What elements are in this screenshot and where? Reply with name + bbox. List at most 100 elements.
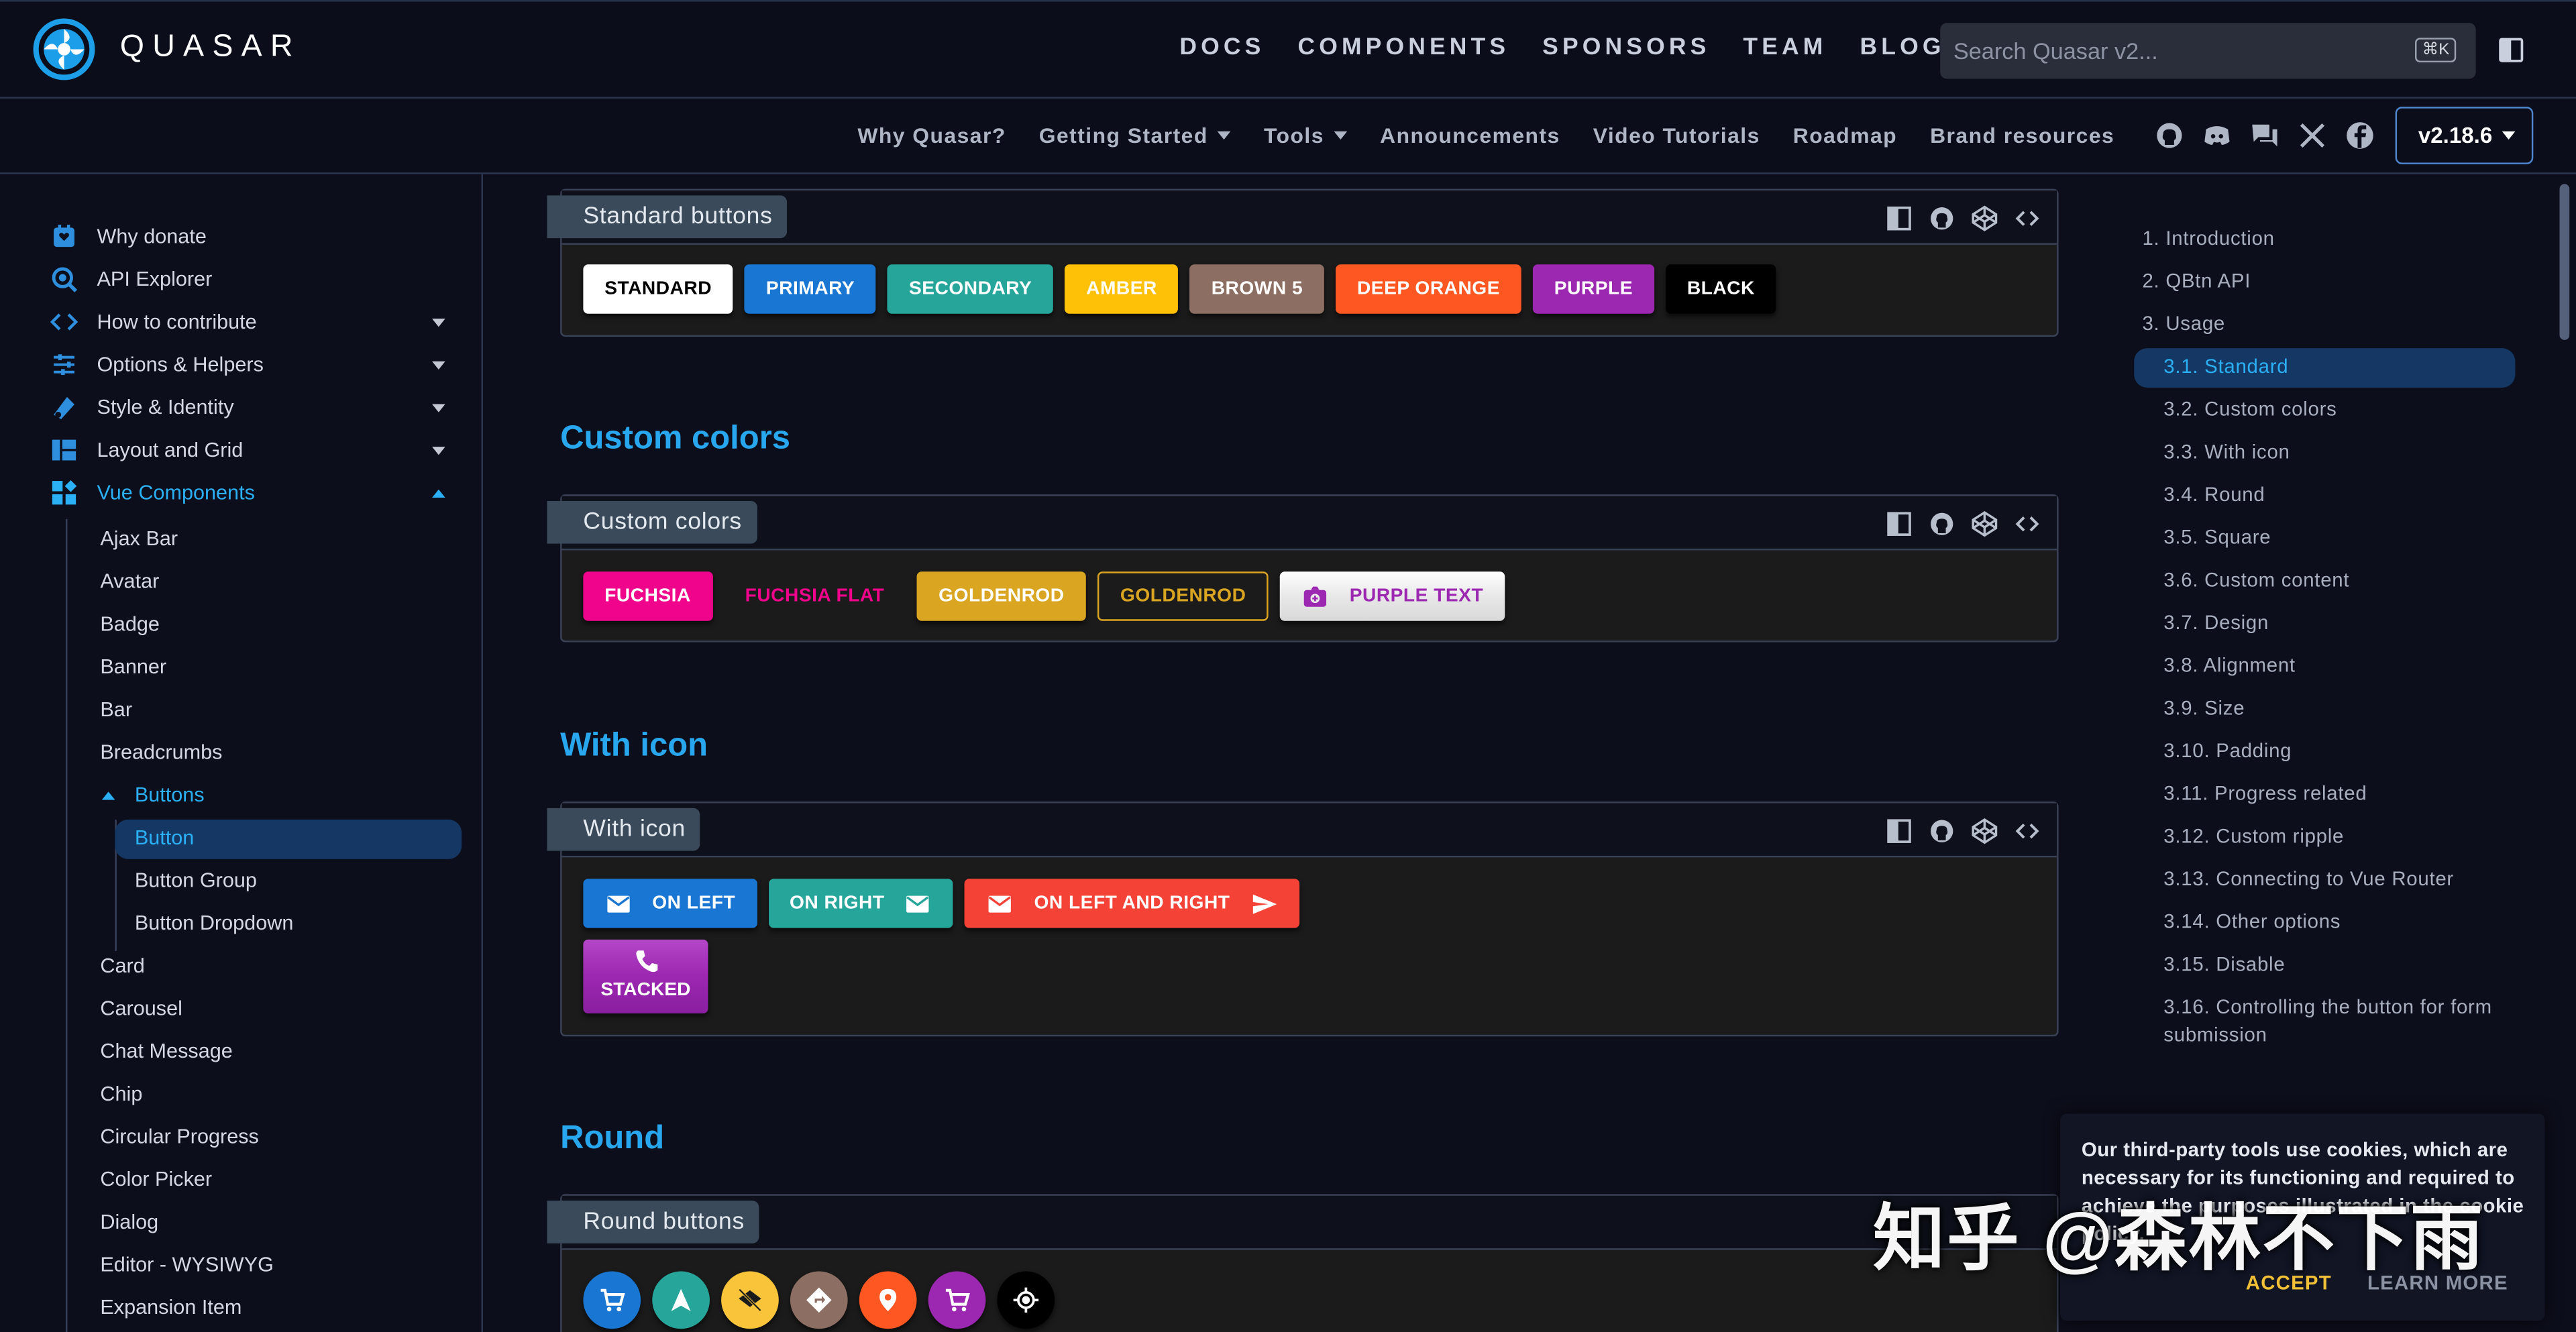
sidebar-subitem[interactable]: Button — [135, 826, 195, 849]
round-button[interactable] — [859, 1271, 917, 1329]
section-heading-round[interactable]: Round — [560, 1120, 664, 1158]
discord-icon[interactable] — [2202, 120, 2233, 152]
round-button[interactable] — [652, 1271, 710, 1329]
toc-item[interactable]: 3.8. Alignment — [2163, 654, 2296, 677]
search-input[interactable]: Search Quasar v2... ⌘K — [1940, 23, 2476, 79]
section-heading-custom-colors[interactable]: Custom colors — [560, 421, 790, 458]
sidebar-subitem[interactable]: Badge — [100, 612, 160, 635]
demo-button[interactable]: PRIMARY — [745, 264, 877, 314]
view-source-icon[interactable] — [2014, 511, 2040, 537]
view-source-icon[interactable] — [2014, 205, 2040, 231]
subnav-item[interactable]: Roadmap — [1793, 123, 1897, 148]
on-left-and-right-button[interactable]: ON LEFT AND RIGHT — [965, 879, 1299, 928]
round-button[interactable] — [790, 1271, 848, 1329]
view-source-icon[interactable] — [2014, 818, 2040, 844]
sidebar-group-buttons[interactable]: Buttons — [101, 783, 205, 806]
sidebar-item[interactable]: How to contribute — [49, 300, 460, 343]
github-icon[interactable] — [1929, 511, 1955, 537]
demo-button[interactable]: BROWN 5 — [1189, 264, 1324, 314]
sidebar-subitem[interactable]: Editor - WYSIWYG — [100, 1254, 274, 1276]
nav-team[interactable]: TEAM — [1743, 34, 1827, 60]
sidebar-subitem[interactable]: Avatar — [100, 570, 159, 593]
toc-item[interactable]: 3.9. Size — [2163, 696, 2245, 719]
toc-item[interactable]: 3.2. Custom colors — [2163, 398, 2337, 421]
on-left-button[interactable]: ON LEFT — [583, 879, 757, 928]
layout-toggle-icon[interactable] — [1886, 205, 1912, 231]
sidebar-subitem[interactable]: Chip — [100, 1083, 142, 1105]
toc-item[interactable]: 3.10. Padding — [2163, 739, 2292, 762]
demo-button[interactable]: FUCHSIA — [583, 571, 712, 621]
sidebar-subitem[interactable]: Button Group — [135, 869, 257, 892]
codepen-icon[interactable] — [1972, 511, 1998, 537]
sidebar-subitem[interactable]: Card — [100, 954, 144, 977]
page-scrollbar[interactable] — [2559, 184, 2570, 340]
quasar-logo-icon[interactable] — [33, 18, 95, 80]
sidebar-subitem[interactable]: Carousel — [100, 997, 182, 1020]
toc-item[interactable]: 3.4. Round — [2163, 483, 2265, 506]
subnav-item[interactable]: Tools — [1264, 123, 1348, 148]
demo-button[interactable]: BLACK — [1665, 264, 1776, 314]
layout-toggle-icon[interactable] — [1886, 818, 1912, 844]
toc-item[interactable]: 3.7. Design — [2163, 611, 2269, 634]
sidebar-item[interactable]: Vue Components — [49, 471, 460, 514]
sidebar-subitem[interactable]: Banner — [100, 655, 166, 678]
sidebar-subitem[interactable]: Button Dropdown — [135, 911, 294, 934]
sidebar-subitem[interactable]: Circular Progress — [100, 1125, 258, 1148]
toggle-layout-icon[interactable] — [2497, 36, 2525, 64]
toc-item[interactable]: 3.3. With icon — [2163, 440, 2290, 463]
section-heading-with-icon[interactable]: With icon — [560, 728, 708, 765]
sidebar-subitem[interactable]: Ajax Bar — [100, 527, 178, 550]
toc-item[interactable]: 3.16. Controlling the button for form — [2163, 995, 2491, 1018]
sidebar-item[interactable]: API Explorer — [49, 258, 460, 300]
subnav-item[interactable]: Why Quasar? — [857, 123, 1006, 148]
sidebar-subitem[interactable]: Color Picker — [100, 1168, 212, 1190]
demo-button[interactable]: PURPLE — [1532, 264, 1654, 314]
demo-button[interactable]: AMBER — [1065, 264, 1179, 314]
round-button[interactable] — [721, 1271, 779, 1329]
nav-sponsors[interactable]: SPONSORS — [1542, 34, 1710, 60]
subnav-item[interactable]: Video Tutorials — [1593, 123, 1760, 148]
toc-item[interactable]: 3.13. Connecting to Vue Router — [2163, 867, 2454, 890]
toc-item[interactable]: 2. QBtn API — [2142, 270, 2251, 292]
toc-item[interactable]: 3. Usage — [2142, 312, 2225, 335]
toc-item[interactable]: 3.14. Other options — [2163, 910, 2341, 933]
toc-item[interactable]: 3.11. Progress related — [2163, 782, 2367, 805]
github-icon[interactable] — [2154, 120, 2186, 152]
nav-blog[interactable]: BLOG — [1860, 34, 1945, 60]
demo-button[interactable]: GOLDENROD — [917, 571, 1086, 621]
demo-button[interactable]: DEEP ORANGE — [1336, 264, 1521, 314]
toc-item[interactable]: 3.1. Standard — [2163, 355, 2288, 378]
codepen-icon[interactable] — [1972, 205, 1998, 231]
demo-button[interactable]: STANDARD — [583, 264, 733, 314]
github-icon[interactable] — [1929, 818, 1955, 844]
x-icon[interactable] — [2297, 120, 2328, 152]
round-button[interactable] — [583, 1271, 641, 1329]
facebook-icon[interactable] — [2345, 120, 2376, 152]
layout-toggle-icon[interactable] — [1886, 511, 1912, 537]
demo-button[interactable]: SECONDARY — [888, 264, 1054, 314]
brand-name[interactable]: QUASAR — [120, 30, 301, 66]
on-right-button[interactable]: ON RIGHT — [768, 879, 954, 928]
github-icon[interactable] — [1929, 205, 1955, 231]
round-button[interactable] — [928, 1271, 986, 1329]
toc-item[interactable]: submission — [2163, 1023, 2267, 1046]
toc-item[interactable]: 3.12. Custom ripple — [2163, 824, 2344, 847]
version-select[interactable]: v2.18.6 — [2395, 107, 2534, 164]
sidebar-subitem[interactable]: Expansion Item — [100, 1296, 241, 1319]
subnav-item[interactable]: Brand resources — [1930, 123, 2114, 148]
round-button[interactable] — [997, 1271, 1055, 1329]
sidebar-subitem[interactable]: Bar — [100, 698, 132, 721]
sidebar-item[interactable]: Options & Helpers — [49, 343, 460, 386]
demo-button[interactable]: GOLDENROD — [1097, 571, 1269, 621]
nav-components[interactable]: COMPONENTS — [1297, 34, 1509, 60]
stacked-button[interactable]: STACKED — [583, 939, 708, 1014]
sidebar-item[interactable]: Layout and Grid — [49, 429, 460, 471]
codepen-icon[interactable] — [1972, 818, 1998, 844]
sidebar-subitem[interactable]: Chat Message — [100, 1040, 232, 1062]
nav-docs[interactable]: DOCS — [1179, 34, 1265, 60]
subnav-item[interactable]: Announcements — [1380, 123, 1560, 148]
sidebar-subitem[interactable]: Dialog — [100, 1211, 158, 1233]
forum-icon[interactable] — [2249, 120, 2281, 152]
toc-item[interactable]: 1. Introduction — [2142, 227, 2274, 249]
demo-button[interactable]: PURPLE TEXT — [1280, 571, 1505, 621]
